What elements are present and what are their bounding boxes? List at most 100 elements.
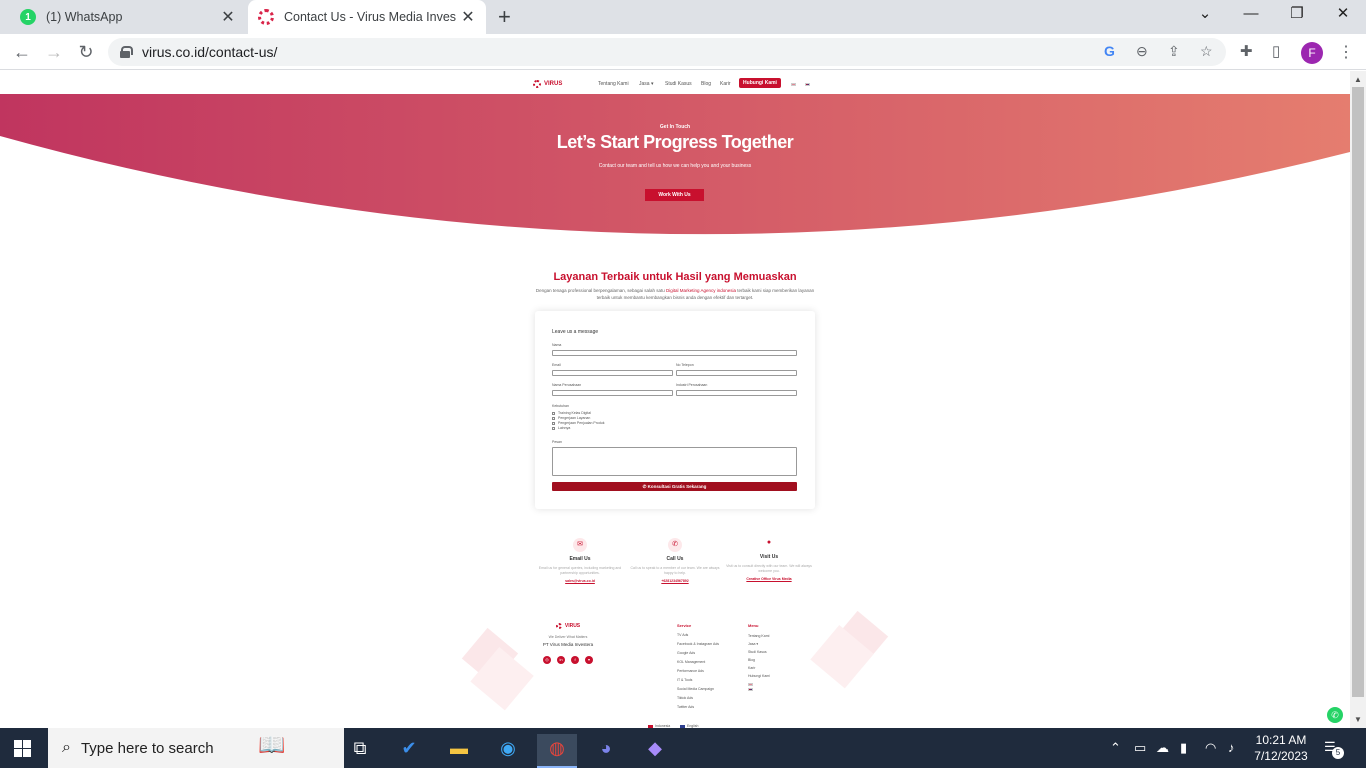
- service-link[interactable]: Google Ads: [677, 651, 695, 655]
- footer-logo[interactable]: VIRUS: [520, 623, 616, 629]
- option-checkbox[interactable]: Pengerjaan Layanan: [552, 416, 590, 420]
- service-link[interactable]: TV Ads: [677, 633, 688, 637]
- new-tab-button[interactable]: +: [498, 4, 511, 30]
- page-scrollbar[interactable]: ▲ ▼: [1350, 71, 1366, 728]
- todo-app-icon[interactable]: ✔: [389, 734, 429, 768]
- flag-english-icon[interactable]: [805, 83, 810, 86]
- service-link[interactable]: IT & Tools: [677, 678, 692, 682]
- bookmark-star-icon[interactable]: ☆: [1200, 43, 1213, 60]
- option-checkbox[interactable]: Pengerjaan Penjualan Produk: [552, 421, 605, 425]
- task-view-icon[interactable]: ⧉: [340, 734, 380, 768]
- flag-indonesia-icon[interactable]: [748, 683, 753, 686]
- service-link[interactable]: Social Media Campaign: [677, 687, 714, 691]
- service-link[interactable]: Twitter Ads: [677, 705, 694, 709]
- battery-icon[interactable]: ▮: [1180, 740, 1187, 756]
- nav-jasa[interactable]: Jasa ▾: [639, 81, 653, 87]
- profile-avatar[interactable]: F: [1301, 42, 1323, 64]
- service-link[interactable]: KOL Management: [677, 660, 705, 664]
- scroll-down-arrow-icon[interactable]: ▼: [1354, 715, 1362, 724]
- checkbox-icon[interactable]: [552, 416, 555, 420]
- back-button[interactable]: ←: [10, 40, 34, 64]
- instagram-icon[interactable]: ◎: [543, 656, 551, 664]
- checkbox-icon[interactable]: [552, 421, 555, 425]
- konsultasi-submit-button[interactable]: ✆ Konsultasi Gratis Sekarang: [552, 482, 797, 491]
- nama-perusahaan-input[interactable]: [552, 390, 673, 396]
- discord-icon[interactable]: ◕: [586, 734, 626, 768]
- nav-karir[interactable]: Karir: [720, 81, 731, 87]
- edge-icon[interactable]: ◉: [488, 734, 528, 768]
- wifi-icon[interactable]: ◠: [1205, 740, 1216, 756]
- nav-studi-kasus[interactable]: Studi Kasus: [665, 81, 692, 87]
- reload-button[interactable]: ↻: [74, 40, 98, 64]
- tray-overflow-chevron-icon[interactable]: ⌃: [1110, 740, 1121, 756]
- youtube-icon[interactable]: ▾: [585, 656, 593, 664]
- nav-tentang-kami[interactable]: Tentang Kami: [598, 81, 629, 87]
- restore-button[interactable]: ❐: [1274, 0, 1320, 30]
- nama-input[interactable]: [552, 350, 797, 356]
- meet-now-icon[interactable]: ▭: [1134, 740, 1146, 756]
- section-description: Dengan tenaga professional berpengalaman…: [535, 287, 815, 301]
- menu-link[interactable]: Studi Kasus: [748, 650, 767, 654]
- flag-english-icon[interactable]: [748, 688, 753, 691]
- share-icon[interactable]: ⇪: [1168, 43, 1180, 60]
- windows-taskbar: ⌕ Type here to search 📖 ⧉ ✔ ▬ ◉ ◍ ◕ ◆ ⌃ …: [0, 728, 1366, 768]
- forward-button[interactable]: →: [42, 40, 66, 64]
- linkedin-icon[interactable]: in: [557, 656, 565, 664]
- address-bar[interactable]: virus.co.id/contact-us/ G ⊖ ⇪ ☆: [108, 38, 1226, 66]
- option-checkbox[interactable]: Training Kelas Digital: [552, 411, 591, 415]
- close-tab-icon[interactable]: ✕: [216, 7, 240, 27]
- taskbar-clock[interactable]: 10:21 AM 7/12/2023: [1248, 732, 1314, 764]
- file-explorer-icon[interactable]: ▬: [439, 734, 479, 768]
- telepon-input[interactable]: [676, 370, 797, 376]
- option-checkbox[interactable]: Lainnya: [552, 426, 570, 430]
- industri-input[interactable]: [676, 390, 797, 396]
- tab-contact-us[interactable]: Contact Us - Virus Media Investa ✕: [248, 0, 486, 34]
- zoom-icon[interactable]: ⊖: [1136, 43, 1148, 60]
- volume-icon[interactable]: ♪: [1228, 740, 1235, 755]
- email-link[interactable]: sales@virus.co.id: [535, 579, 625, 583]
- close-tab-icon[interactable]: ✕: [456, 7, 480, 27]
- nav-blog[interactable]: Blog: [701, 81, 711, 87]
- office-link[interactable]: Creative Office Virus Media: [724, 577, 814, 581]
- app-icon[interactable]: ◆: [635, 734, 675, 768]
- windows-start-icon[interactable]: [14, 740, 32, 757]
- email-input[interactable]: [552, 370, 673, 376]
- extensions-icon[interactable]: ✚: [1240, 42, 1253, 60]
- clock-time: 10:21 AM: [1255, 733, 1307, 747]
- flag-indonesia-icon[interactable]: [791, 83, 796, 86]
- onedrive-icon[interactable]: ☁: [1156, 740, 1169, 756]
- service-link[interactable]: Tiktok Ads: [677, 696, 693, 700]
- menu-link[interactable]: Karir: [748, 666, 755, 670]
- menu-link[interactable]: Jasa ▾: [748, 642, 758, 646]
- browser-menu-icon[interactable]: ⋮: [1338, 42, 1354, 62]
- checkbox-icon[interactable]: [552, 426, 555, 430]
- whatsapp-float-icon[interactable]: ✆: [1327, 707, 1343, 723]
- close-window-button[interactable]: ✕: [1320, 0, 1366, 30]
- scrollbar-thumb[interactable]: [1352, 87, 1364, 697]
- menu-link[interactable]: Tentang Kami: [748, 634, 769, 638]
- hubungi-kami-button[interactable]: Hubungi Kami: [739, 78, 781, 88]
- desc-link[interactable]: Digital Marketing Agency indonesia: [666, 288, 736, 293]
- option-label: Training Kelas Digital: [558, 411, 591, 415]
- minimize-button[interactable]: —: [1228, 0, 1274, 30]
- facebook-icon[interactable]: f: [571, 656, 579, 664]
- taskbar-search-box[interactable]: ⌕ Type here to search 📖: [48, 728, 344, 768]
- tab-whatsapp[interactable]: 1 (1) WhatsApp ✕: [8, 0, 246, 34]
- menu-link[interactable]: Blog: [748, 658, 755, 662]
- site-logo[interactable]: VIRUS: [533, 80, 562, 88]
- section-title: Layanan Terbaik untuk Hasil yang Memuask…: [553, 271, 797, 283]
- google-icon[interactable]: G: [1104, 43, 1115, 59]
- checkbox-icon[interactable]: [552, 411, 555, 415]
- pesan-textarea[interactable]: [552, 447, 797, 476]
- service-link[interactable]: Performance Ads: [677, 669, 704, 673]
- menu-link[interactable]: Hubungi Kami: [748, 674, 770, 678]
- service-link[interactable]: Facebook & Instagram Ads: [677, 642, 719, 646]
- side-panel-icon[interactable]: ▯: [1272, 42, 1280, 60]
- chrome-icon[interactable]: ◍: [537, 734, 577, 768]
- work-with-us-button[interactable]: Work With Us: [645, 189, 704, 201]
- phone-link[interactable]: +6281234567892: [630, 579, 720, 583]
- scroll-up-arrow-icon[interactable]: ▲: [1354, 75, 1362, 84]
- tab-search-chevron-icon[interactable]: ⌄: [1182, 0, 1228, 30]
- nama-label: Nama: [552, 343, 562, 347]
- notification-center-icon[interactable]: ☰ 5: [1324, 739, 1344, 759]
